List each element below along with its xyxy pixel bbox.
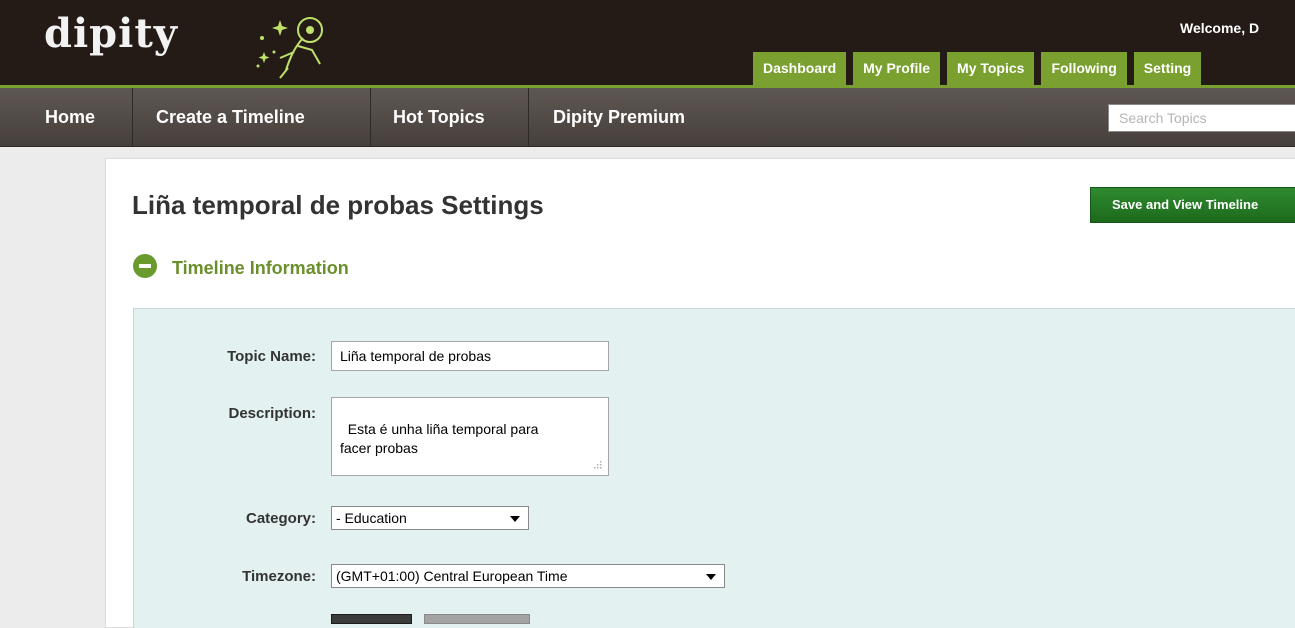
description-text: Esta é unha liña temporal para facer pro… (340, 421, 539, 456)
dipity-logo[interactable]: dipity (44, 12, 178, 56)
chevron-down-icon (510, 516, 520, 522)
nav-create-timeline[interactable]: Create a Timeline (156, 88, 305, 147)
secondary-action-button[interactable] (424, 614, 530, 624)
category-label: Category: (245, 510, 316, 527)
search-input[interactable]: Search Topics (1108, 104, 1295, 132)
description-label: Description: (228, 405, 316, 422)
timezone-value: (GMT+01:00) Central European Time (336, 568, 568, 584)
timezone-label: Timezone: (242, 568, 316, 585)
tab-following[interactable]: Following (1041, 52, 1127, 85)
description-textarea[interactable]: Esta é unha liña temporal para facer pro… (331, 397, 609, 476)
tab-dashboard[interactable]: Dashboard (753, 52, 847, 85)
nav-home[interactable]: Home (45, 88, 95, 147)
category-select[interactable]: - Education (331, 506, 529, 530)
save-and-view-button[interactable]: Save and View Timeline (1090, 187, 1295, 223)
nav-dipity-premium[interactable]: Dipity Premium (553, 88, 685, 147)
user-tabs: Dashboard My Profile My Topics Following… (753, 52, 1208, 85)
topic-name-label: Topic Name: (227, 348, 316, 365)
timezone-select[interactable]: (GMT+01:00) Central European Time (331, 564, 725, 588)
chevron-down-icon (706, 574, 716, 580)
tab-my-topics[interactable]: My Topics (947, 52, 1035, 85)
topic-name-input[interactable]: Liña temporal de probas (331, 341, 609, 371)
nav-hot-topics[interactable]: Hot Topics (393, 88, 485, 147)
nav-divider (528, 88, 529, 147)
welcome-text: Welcome, D (1180, 20, 1260, 36)
nav-divider (132, 88, 133, 147)
tab-my-profile[interactable]: My Profile (853, 52, 941, 85)
main-nav: Home Create a Timeline Hot Topics Dipity… (0, 88, 1295, 147)
page-title: Liña temporal de probas Settings (132, 190, 544, 220)
tab-settings[interactable]: Setting (1133, 52, 1202, 85)
collapse-minus-icon[interactable] (133, 254, 157, 278)
nav-divider (370, 88, 371, 147)
resize-grip-icon[interactable] (590, 459, 602, 471)
top-header: dipity Welcome, D Dashboard My Profile M… (0, 0, 1295, 88)
section-title[interactable]: Timeline Information (172, 258, 349, 279)
primary-action-button[interactable] (331, 614, 412, 624)
category-value: - Education (336, 510, 407, 526)
spaceman-icon (256, 17, 323, 79)
